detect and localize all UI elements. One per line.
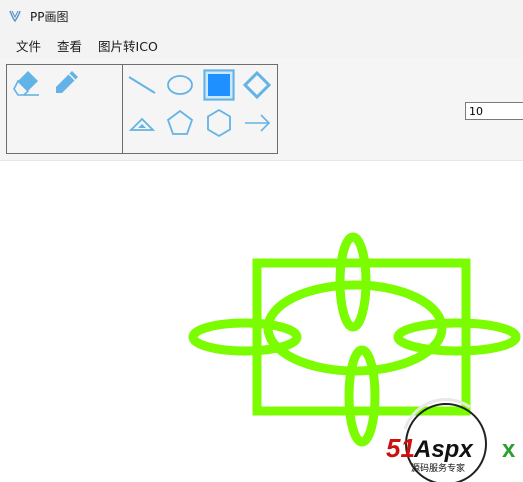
menu-file[interactable]: 文件 <box>8 36 49 55</box>
title-bar: PP画图 <box>0 0 523 32</box>
diamond-icon <box>242 70 272 100</box>
menu-view[interactable]: 查看 <box>49 36 90 55</box>
svg-text:51: 51 <box>386 433 415 463</box>
arrow-tool[interactable] <box>241 107 273 139</box>
shape-tools-group <box>122 64 278 154</box>
line-tool[interactable] <box>126 69 158 101</box>
eraser-icon <box>13 71 39 96</box>
rectangle-tool[interactable] <box>203 69 235 101</box>
edit-tools-group <box>6 64 123 154</box>
pencil-tool[interactable] <box>50 67 82 99</box>
watermark-logo: 51 Aspx x 源码服务专家 <box>386 398 516 482</box>
pencil-icon <box>56 71 78 93</box>
line-icon <box>128 76 156 94</box>
rectangle-icon <box>203 69 235 101</box>
pen-width-input[interactable] <box>465 102 523 120</box>
toolbar <box>0 58 523 161</box>
arrow-icon <box>245 114 271 132</box>
triangle-tool[interactable] <box>126 107 158 139</box>
ellipse-icon <box>167 75 193 95</box>
menu-image-to-ico[interactable]: 图片转ICO <box>90 36 166 55</box>
diamond-tool[interactable] <box>241 69 273 101</box>
hexagon-tool[interactable] <box>203 107 235 139</box>
window-title: PP画图 <box>30 9 69 24</box>
pentagon-icon <box>166 109 194 135</box>
svg-text:x: x <box>502 436 516 463</box>
app-icon <box>9 10 21 23</box>
svg-text:源码服务专家: 源码服务专家 <box>411 462 465 474</box>
drawing-canvas[interactable]: 51 Aspx x 源码服务专家 <box>0 161 523 482</box>
svg-text:Aspx: Aspx <box>413 436 474 463</box>
menu-bar: 文件 查看 图片转ICO <box>0 32 523 58</box>
triangle-icon <box>128 117 156 131</box>
hexagon-icon <box>207 108 231 138</box>
ellipse-tool[interactable] <box>164 69 196 101</box>
eraser-tool[interactable] <box>10 67 42 99</box>
pentagon-tool[interactable] <box>164 107 196 139</box>
